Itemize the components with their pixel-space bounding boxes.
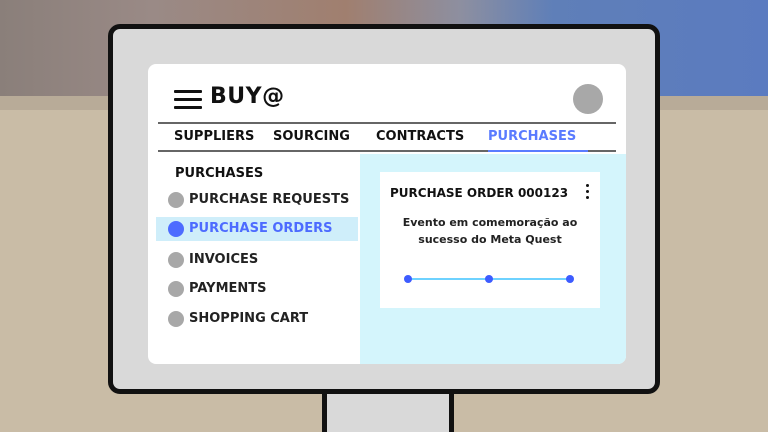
tab-contracts[interactable]: CONTRACTS [376, 129, 464, 144]
hamburger-menu-icon[interactable] [174, 90, 202, 110]
sidebar-item-purchase-orders[interactable]: PURCHASE ORDERS [156, 217, 358, 241]
app-bar: BUY@ [148, 64, 626, 124]
sidebar-item-shopping-cart[interactable]: SHOPPING CART [156, 307, 358, 331]
tab-sourcing[interactable]: SOURCING [273, 129, 350, 144]
sidebar-item-purchase-requests[interactable]: PURCHASE REQUESTS [156, 188, 358, 212]
monitor-stand [322, 392, 454, 432]
progress-step [404, 275, 412, 283]
card-description-line: Evento em comemoração ao [402, 216, 578, 229]
sidebar-item-label: PURCHASE REQUESTS [189, 192, 350, 207]
sidebar-item-label: SHOPPING CART [189, 311, 309, 326]
sidebar-item-label: PAYMENTS [189, 281, 267, 296]
sidebar-item-label: INVOICES [189, 252, 259, 267]
card-description-line: sucesso do Meta Quest [418, 233, 562, 246]
circle-icon [168, 192, 184, 208]
sidebar-heading: PURCHASES [175, 166, 264, 181]
content-panel: PURCHASE ORDER 000123 Evento em comemora… [360, 154, 626, 364]
kebab-menu-icon[interactable] [586, 184, 590, 202]
tab-purchases[interactable]: PURCHASES [488, 129, 576, 144]
progress-step [485, 275, 493, 283]
sidebar-item-invoices[interactable]: INVOICES [156, 248, 358, 272]
progress-stepper [404, 274, 574, 284]
sidebar-item-payments[interactable]: PAYMENTS [156, 277, 358, 301]
circle-icon [168, 311, 184, 327]
sidebar: PURCHASES PURCHASE REQUESTS PURCHASE ORD… [148, 154, 360, 364]
circle-icon [168, 252, 184, 268]
app-title: BUY@ [210, 84, 285, 109]
progress-step [566, 275, 574, 283]
sidebar-item-label: PURCHASE ORDERS [189, 221, 333, 236]
screen: BUY@ SUPPLIERS SOURCING CONTRACTS PURCHA… [148, 64, 626, 364]
card-description: Evento em comemoração ao sucesso do Meta… [394, 214, 586, 248]
purchase-order-card[interactable]: PURCHASE ORDER 000123 Evento em comemora… [380, 172, 600, 308]
active-tab-indicator [488, 150, 588, 152]
tab-bar: SUPPLIERS SOURCING CONTRACTS PURCHASES [158, 122, 616, 152]
monitor: BUY@ SUPPLIERS SOURCING CONTRACTS PURCHA… [108, 24, 660, 394]
avatar[interactable] [573, 84, 603, 114]
card-title: PURCHASE ORDER 000123 [390, 186, 569, 200]
tab-suppliers[interactable]: SUPPLIERS [174, 129, 254, 144]
circle-icon [168, 221, 184, 237]
circle-icon [168, 281, 184, 297]
